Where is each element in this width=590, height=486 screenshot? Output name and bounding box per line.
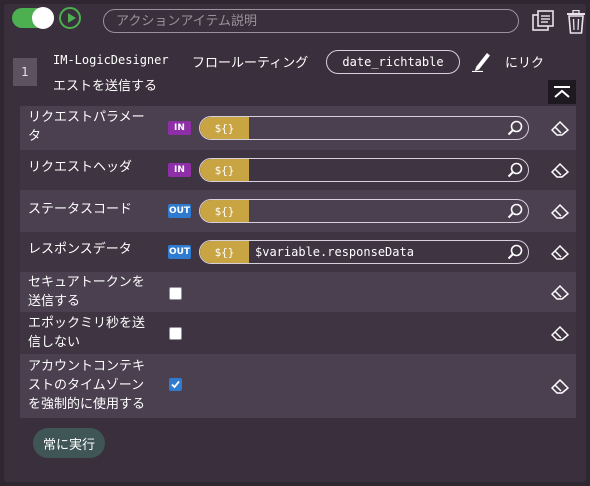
eraser-icon[interactable]	[551, 244, 569, 260]
param-label: レスポンスデータ	[28, 242, 132, 257]
param-label: リクエストパラメータ	[28, 110, 145, 144]
pencil-icon[interactable]	[471, 50, 491, 72]
param-label: リクエストヘッダ	[28, 160, 133, 175]
direction-badge: IN	[168, 121, 191, 135]
eraser-icon[interactable]	[551, 203, 569, 219]
timezone-checkbox[interactable]	[169, 378, 182, 391]
route-chip[interactable]: date_richtable	[326, 50, 460, 74]
search-icon[interactable]	[502, 200, 528, 222]
trash-icon[interactable]	[566, 10, 586, 34]
direction-badge: IN	[168, 163, 191, 177]
search-icon[interactable]	[502, 117, 528, 139]
toggle-knob	[32, 7, 54, 29]
eraser-icon[interactable]	[551, 378, 569, 394]
always-run-button[interactable]: 常に実行	[33, 428, 105, 458]
checkmark-icon	[171, 380, 180, 389]
variable-selector[interactable]: ${}	[200, 200, 249, 222]
secure-token-checkbox[interactable]	[169, 287, 182, 300]
param-label: ステータスコード	[28, 202, 133, 217]
designer-name: IM-LogicDesigner	[53, 53, 169, 67]
search-icon[interactable]	[502, 241, 528, 263]
eraser-icon[interactable]	[551, 284, 569, 300]
option-label: エポックミリ秒を送 信しない	[28, 316, 146, 350]
eraser-icon[interactable]	[551, 120, 569, 136]
table-row: リクエストヘッダ IN ${}	[20, 150, 576, 190]
direction-badge: OUT	[168, 204, 191, 218]
variable-selector[interactable]: ${}	[200, 159, 249, 181]
table-row: アカウントコンテキ ストのタイムゾーン を強制的に使用する	[20, 354, 576, 418]
chevron-up-icon	[554, 86, 570, 98]
table-row: リクエストパラメータ IN ${}	[20, 106, 576, 150]
play-icon[interactable]	[59, 7, 81, 29]
eraser-icon[interactable]	[551, 162, 569, 178]
param-field[interactable]: ${}	[199, 199, 529, 223]
epoch-millis-checkbox[interactable]	[169, 327, 182, 340]
search-icon[interactable]	[502, 159, 528, 181]
header-suffix-line1: にリク	[505, 56, 545, 71]
description-input[interactable]	[103, 9, 519, 33]
direction-badge: OUT	[168, 245, 191, 259]
table-row: レスポンスデータ OUT ${} $variable.responseData	[20, 232, 576, 272]
table-row: ステータスコード OUT ${}	[20, 190, 576, 232]
option-label: セキュアトークンを 送信する	[28, 275, 145, 309]
param-field[interactable]: ${} $variable.responseData	[199, 240, 529, 264]
param-field[interactable]: ${}	[199, 158, 529, 182]
step-number: 1	[13, 58, 37, 86]
variable-selector[interactable]: ${}	[200, 241, 249, 263]
copy-icon[interactable]	[532, 10, 554, 32]
variable-selector[interactable]: ${}	[200, 117, 249, 139]
collapse-button[interactable]	[548, 80, 576, 104]
param-value[interactable]: $variable.responseData	[249, 245, 502, 259]
table-row: セキュアトークンを 送信する	[20, 272, 576, 312]
enable-toggle[interactable]	[12, 7, 54, 29]
param-field[interactable]: ${}	[199, 116, 529, 140]
routing-label: フロールーティング	[192, 56, 309, 71]
parameter-table: リクエストパラメータ IN ${} リクエストヘッダ IN ${} ステータスコ…	[20, 106, 576, 418]
header-suffix-line2: エストを送信する	[53, 79, 158, 94]
eraser-icon[interactable]	[551, 325, 569, 341]
table-row: エポックミリ秒を送 信しない	[20, 312, 576, 354]
option-label: アカウントコンテキ ストのタイムゾーン を強制的に使用する	[28, 359, 146, 412]
